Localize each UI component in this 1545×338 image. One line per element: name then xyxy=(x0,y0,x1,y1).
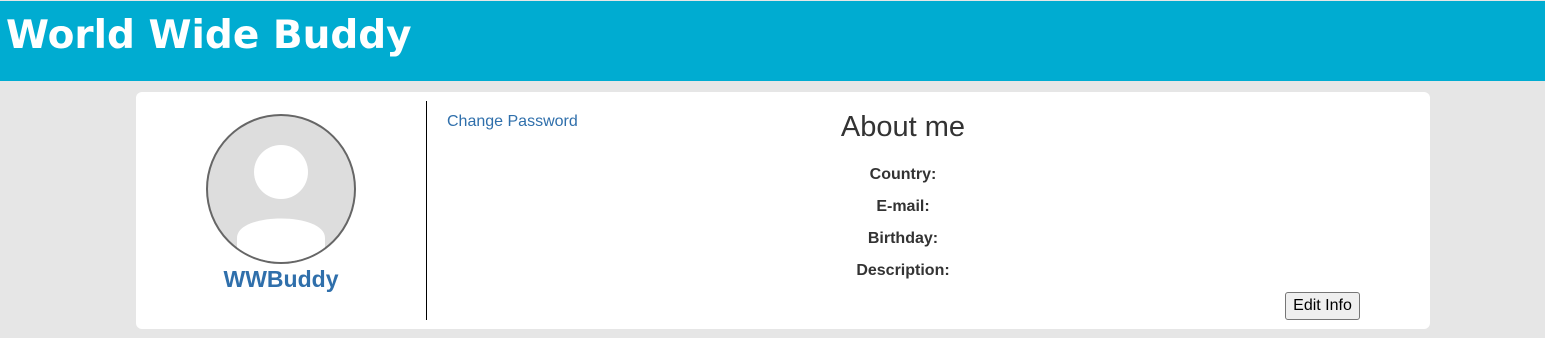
avatar xyxy=(206,114,356,264)
profile-card: WWBuddy Change Password About me Country… xyxy=(136,92,1430,329)
site-title: World Wide Buddy xyxy=(6,13,412,58)
email-label: E-mail: xyxy=(876,198,930,215)
country-label: Country: xyxy=(869,166,937,183)
description-label: Description: xyxy=(856,262,950,279)
change-password-link[interactable]: Change Password xyxy=(447,113,578,131)
vertical-divider xyxy=(426,101,427,320)
birthday-label: Birthday: xyxy=(867,230,939,247)
user-silhouette-icon xyxy=(237,145,325,262)
profile-username: WWBuddy xyxy=(223,266,339,292)
header-bar: World Wide Buddy xyxy=(0,1,1545,81)
edit-info-button[interactable]: Edit Info xyxy=(1285,292,1360,320)
about-me-heading: About me xyxy=(840,111,966,143)
